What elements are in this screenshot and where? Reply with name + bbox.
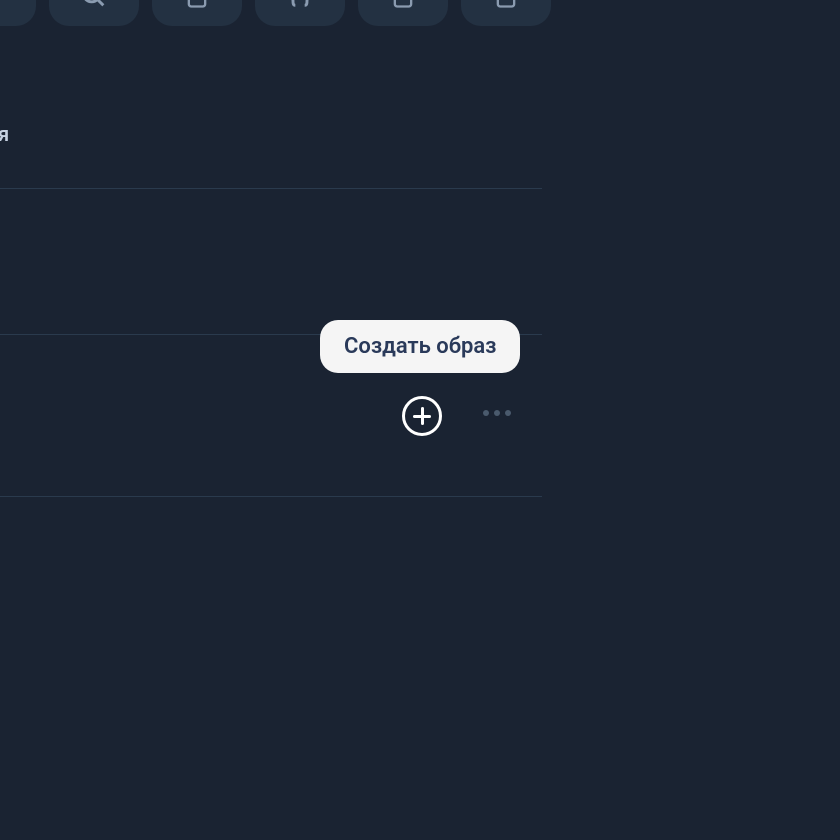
braces-icon: [286, 0, 314, 14]
more-button[interactable]: [483, 410, 511, 416]
top-icon-row: [0, 0, 551, 26]
icon-tile-partial[interactable]: [0, 0, 36, 26]
dot-icon: [505, 410, 511, 416]
divider: [0, 496, 542, 497]
add-button[interactable]: [402, 396, 442, 436]
divider: [0, 188, 542, 189]
dot-icon: [494, 410, 500, 416]
dot-icon: [483, 410, 489, 416]
create-tooltip: Создать образ: [320, 320, 520, 373]
file-icon: [183, 0, 211, 14]
section-label: я: [0, 122, 9, 146]
icon-tile-note[interactable]: [358, 0, 448, 26]
icon-tile-file[interactable]: [152, 0, 242, 26]
document-icon: [492, 0, 520, 14]
note-icon: [389, 0, 417, 14]
icon-tile-braces[interactable]: [255, 0, 345, 26]
icon-tile-search[interactable]: [49, 0, 139, 26]
search-icon: [80, 0, 108, 14]
icon-tile-document[interactable]: [461, 0, 551, 26]
